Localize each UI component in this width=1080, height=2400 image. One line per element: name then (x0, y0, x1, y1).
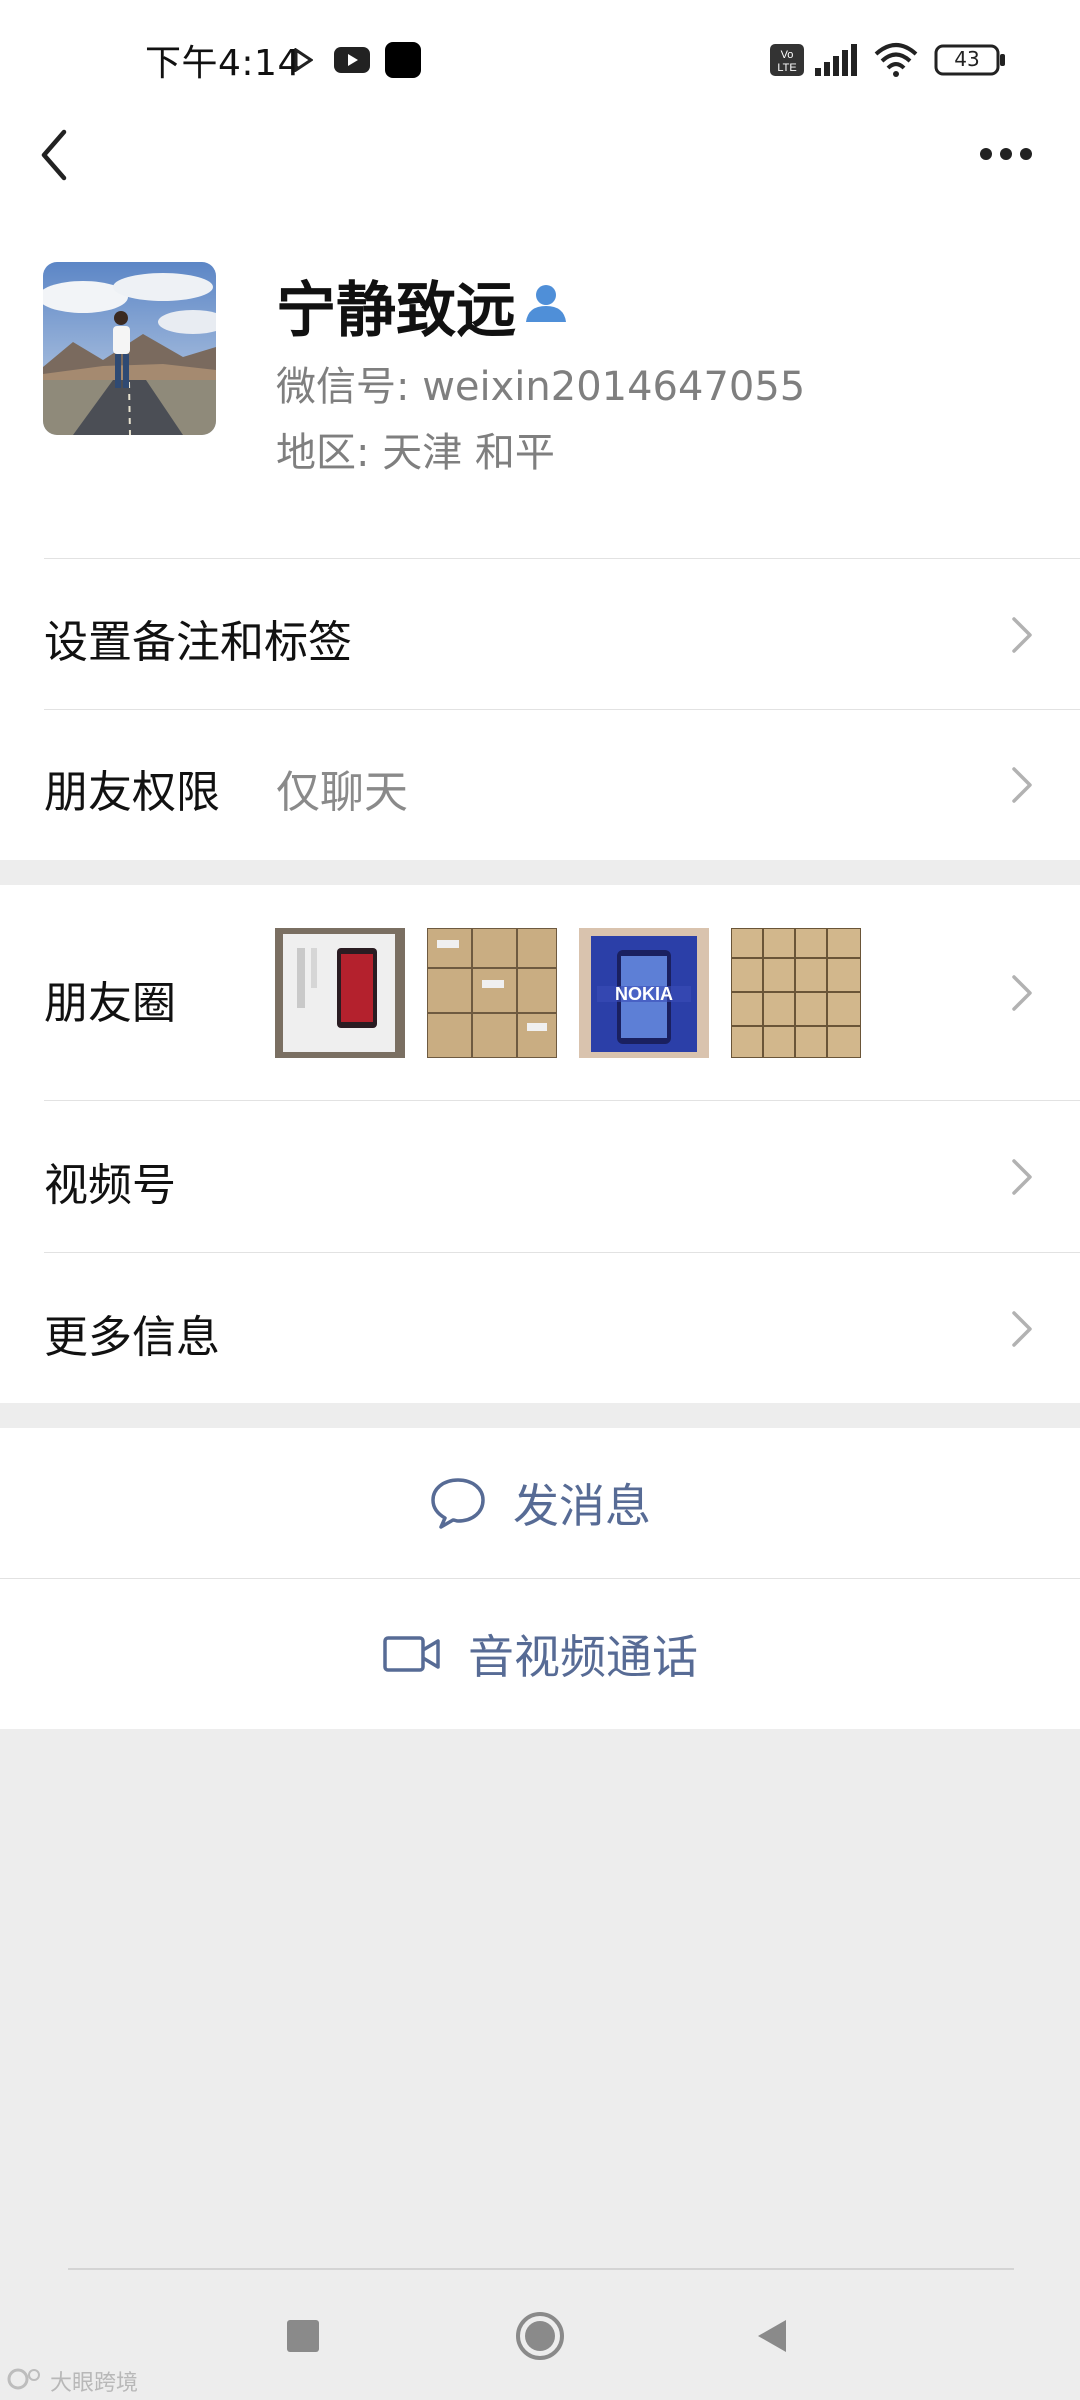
chevron-right-icon (1012, 1159, 1032, 1195)
channels-label: 视频号 (44, 1160, 176, 1211)
status-time: 下午4:14 (145, 43, 301, 84)
volte-icon: Vo LTE (770, 44, 804, 76)
video-call-label: 音视频通话 (468, 1630, 698, 1684)
remark-tags-label: 设置备注和标签 (44, 617, 352, 668)
chevron-right-icon (1012, 617, 1032, 653)
avatar[interactable] (43, 262, 216, 435)
moments-thumbnail[interactable] (427, 928, 557, 1058)
remark-tags-row[interactable]: 设置备注和标签 (0, 560, 1080, 710)
back-arrow-icon[interactable] (36, 128, 72, 182)
more-info-row[interactable]: 更多信息 (0, 1253, 1080, 1403)
svg-text:NOKIA: NOKIA (615, 984, 673, 1004)
wifi-icon (874, 43, 918, 77)
send-message-button[interactable]: 发消息 (0, 1428, 1080, 1578)
chevron-right-icon (1012, 1311, 1032, 1347)
chevron-right-icon (1012, 975, 1032, 1011)
channels-row[interactable]: 视频号 (0, 1101, 1080, 1253)
chevron-right-icon (1012, 767, 1032, 803)
boxes-image-icon (427, 928, 557, 1058)
moments-label: 朋友圈 (44, 978, 176, 1029)
home-icon[interactable] (514, 2310, 566, 2362)
moments-thumbnail[interactable] (275, 928, 405, 1058)
svg-text:LTE: LTE (777, 62, 796, 74)
contact-person-icon (526, 285, 566, 322)
more-info-label: 更多信息 (44, 1312, 220, 1363)
moments-thumbnail[interactable] (731, 928, 861, 1058)
friend-permission-label: 朋友权限 (44, 767, 220, 818)
nokia-phone-image-icon: NOKIA (579, 928, 709, 1058)
svg-text:Vo: Vo (781, 49, 794, 61)
friend-permission-value: 仅聊天 (276, 767, 408, 818)
chat-bubble-icon (431, 1478, 485, 1529)
video-camera-icon (383, 1636, 440, 1672)
video-call-button[interactable]: 音视频通话 (0, 1579, 1080, 1729)
app-notification-icon (385, 42, 421, 78)
signal-icon (815, 44, 857, 76)
recent-apps-icon[interactable] (285, 2318, 321, 2354)
youtube-icon (334, 47, 370, 73)
divider (68, 2268, 1014, 2270)
more-options-icon[interactable] (978, 146, 1034, 162)
back-triangle-icon[interactable] (752, 2316, 792, 2356)
play-store-icon (294, 48, 313, 72)
send-message-label: 发消息 (513, 1479, 651, 1533)
friend-permission-row[interactable]: 朋友权限 仅聊天 (0, 710, 1080, 860)
avatar-photo-icon (43, 262, 216, 435)
moments-thumbnail[interactable]: NOKIA (579, 928, 709, 1058)
battery-level: 43 (954, 47, 980, 71)
profile-name: 宁静致远 (276, 276, 516, 346)
region: 地区: 天津 和平 (276, 430, 555, 476)
divider (44, 558, 1080, 559)
watermark-text: 大眼跨境 (50, 2371, 139, 2396)
wechat-id: 微信号: weixin2014647055 (276, 364, 806, 410)
boxes-image-icon (731, 928, 861, 1058)
top-nav (0, 120, 1080, 270)
phone-box-image-icon (275, 928, 405, 1058)
watermark-logo-icon (7, 2368, 40, 2390)
